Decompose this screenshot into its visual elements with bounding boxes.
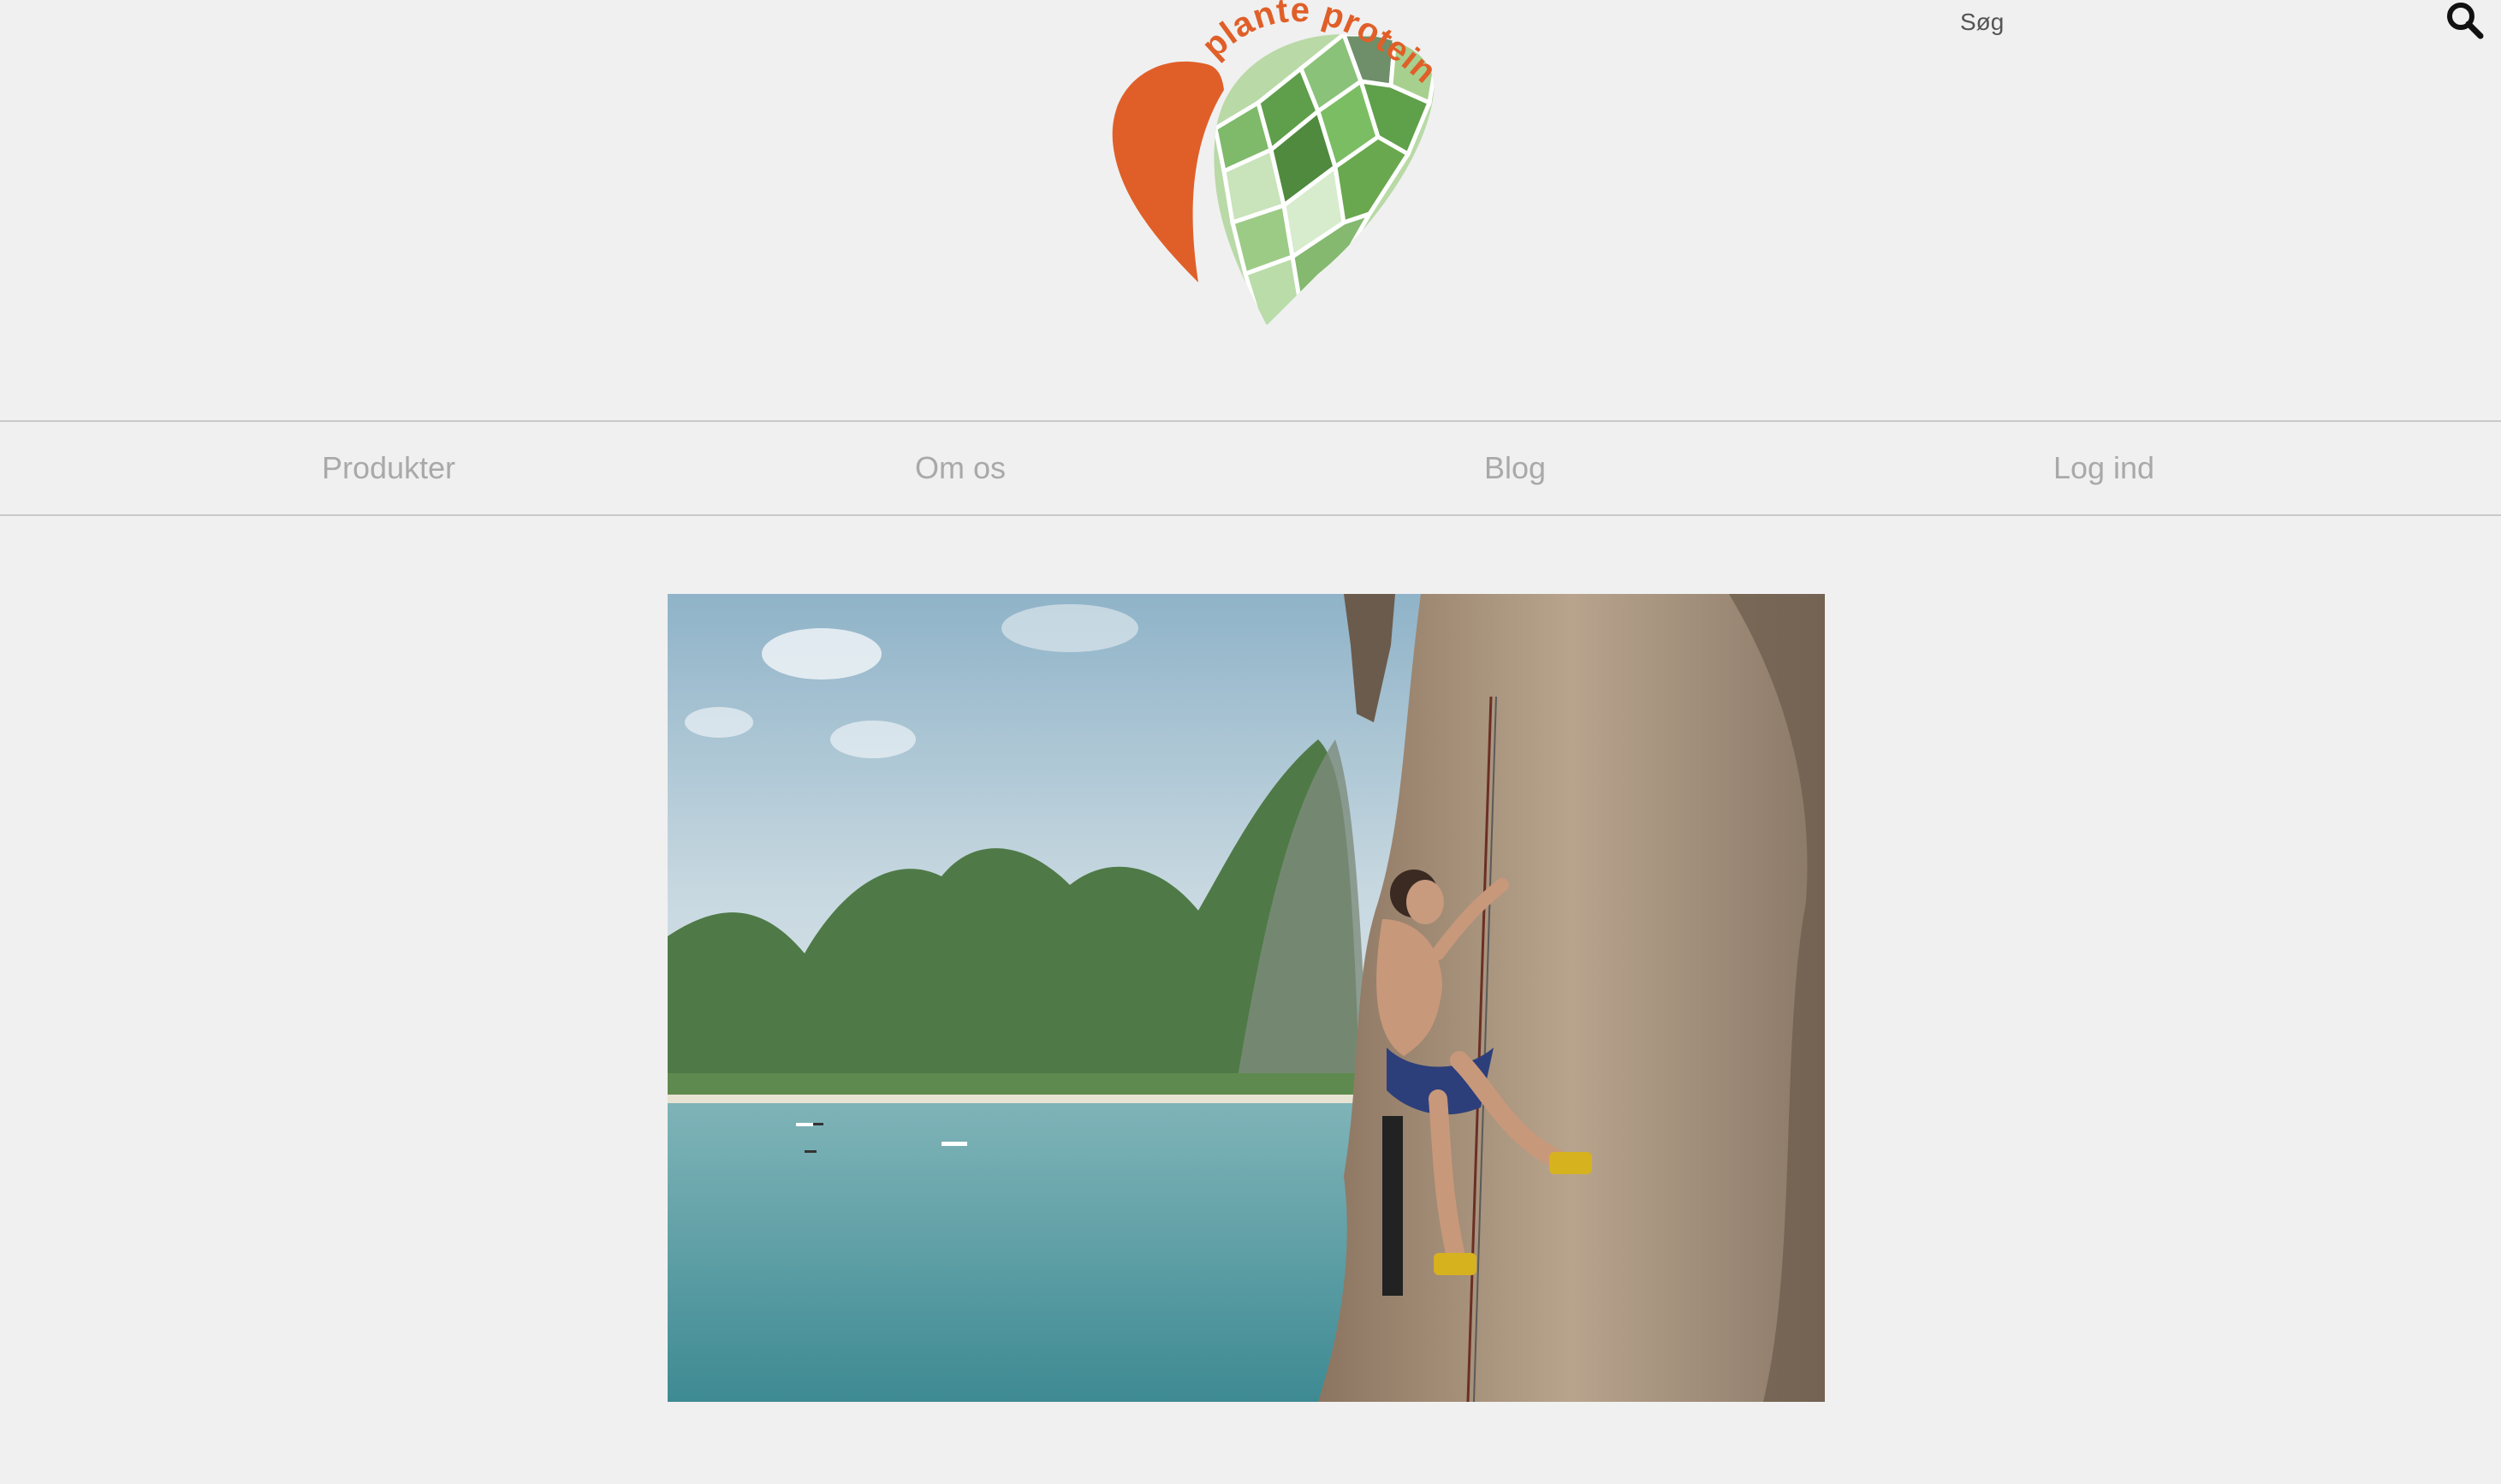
- brand-logo[interactable]: plante protein: [1087, 0, 1447, 334]
- search-icon[interactable]: [2445, 0, 2484, 39]
- leaf-heart-logo-icon: plante protein: [1112, 0, 1443, 325]
- page: plante protein Søg Produkter Om os Blog …: [0, 0, 2501, 1484]
- main-nav: Produkter Om os Blog Log ind: [0, 420, 2501, 516]
- nav-item-blog[interactable]: Blog: [1484, 422, 1546, 514]
- hero-image: [668, 594, 1825, 1402]
- nav-item-produkter[interactable]: Produkter: [322, 422, 455, 514]
- nav-item-om-os[interactable]: Om os: [915, 422, 1006, 514]
- nav-item-log-ind[interactable]: Log ind: [2053, 422, 2154, 514]
- search-label[interactable]: Søg: [1960, 9, 2004, 36]
